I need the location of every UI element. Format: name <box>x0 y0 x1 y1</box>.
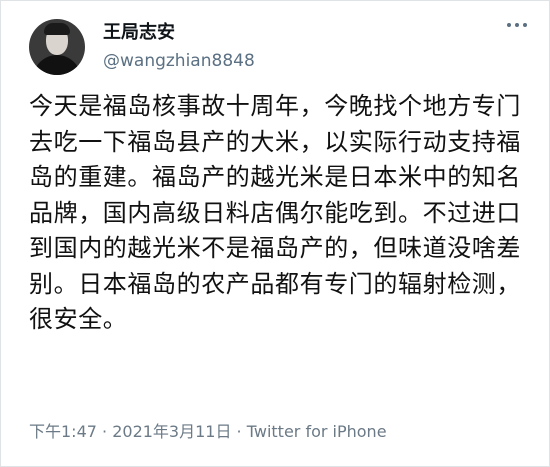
display-name[interactable]: 王局志安 <box>103 21 255 45</box>
tweet-metadata: 下午1:47 · 2021年3月11日 · Twitter for iPhone <box>29 420 387 444</box>
avatar-hair <box>44 23 70 35</box>
more-horizontal-icon[interactable] <box>507 23 527 27</box>
meta-separator: · <box>96 422 113 441</box>
tweet-text: 今天是福岛核事故十周年，今晚找个地方专门去吃一下福岛县产的大米，以实际行动支持福… <box>29 92 521 333</box>
more-dot <box>507 23 511 27</box>
tweet-source[interactable]: Twitter for iPhone <box>247 422 387 441</box>
tweet-time[interactable]: 下午1:47 <box>29 422 97 441</box>
avatar-shoulders <box>33 55 81 75</box>
meta-separator: · <box>231 422 247 441</box>
more-dot <box>515 23 519 27</box>
user-handle[interactable]: @wangzhian8848 <box>103 49 255 73</box>
tweet-header: 王局志安 @wangzhian8848 <box>29 15 255 79</box>
tweet-date[interactable]: 2021年3月11日 <box>112 422 231 441</box>
more-dot <box>523 23 527 27</box>
avatar[interactable] <box>29 19 85 75</box>
tweet-card: 王局志安 @wangzhian8848 今天是福岛核事故十周年，今晚找个地方专门… <box>0 0 550 467</box>
author-names: 王局志安 @wangzhian8848 <box>103 21 255 73</box>
